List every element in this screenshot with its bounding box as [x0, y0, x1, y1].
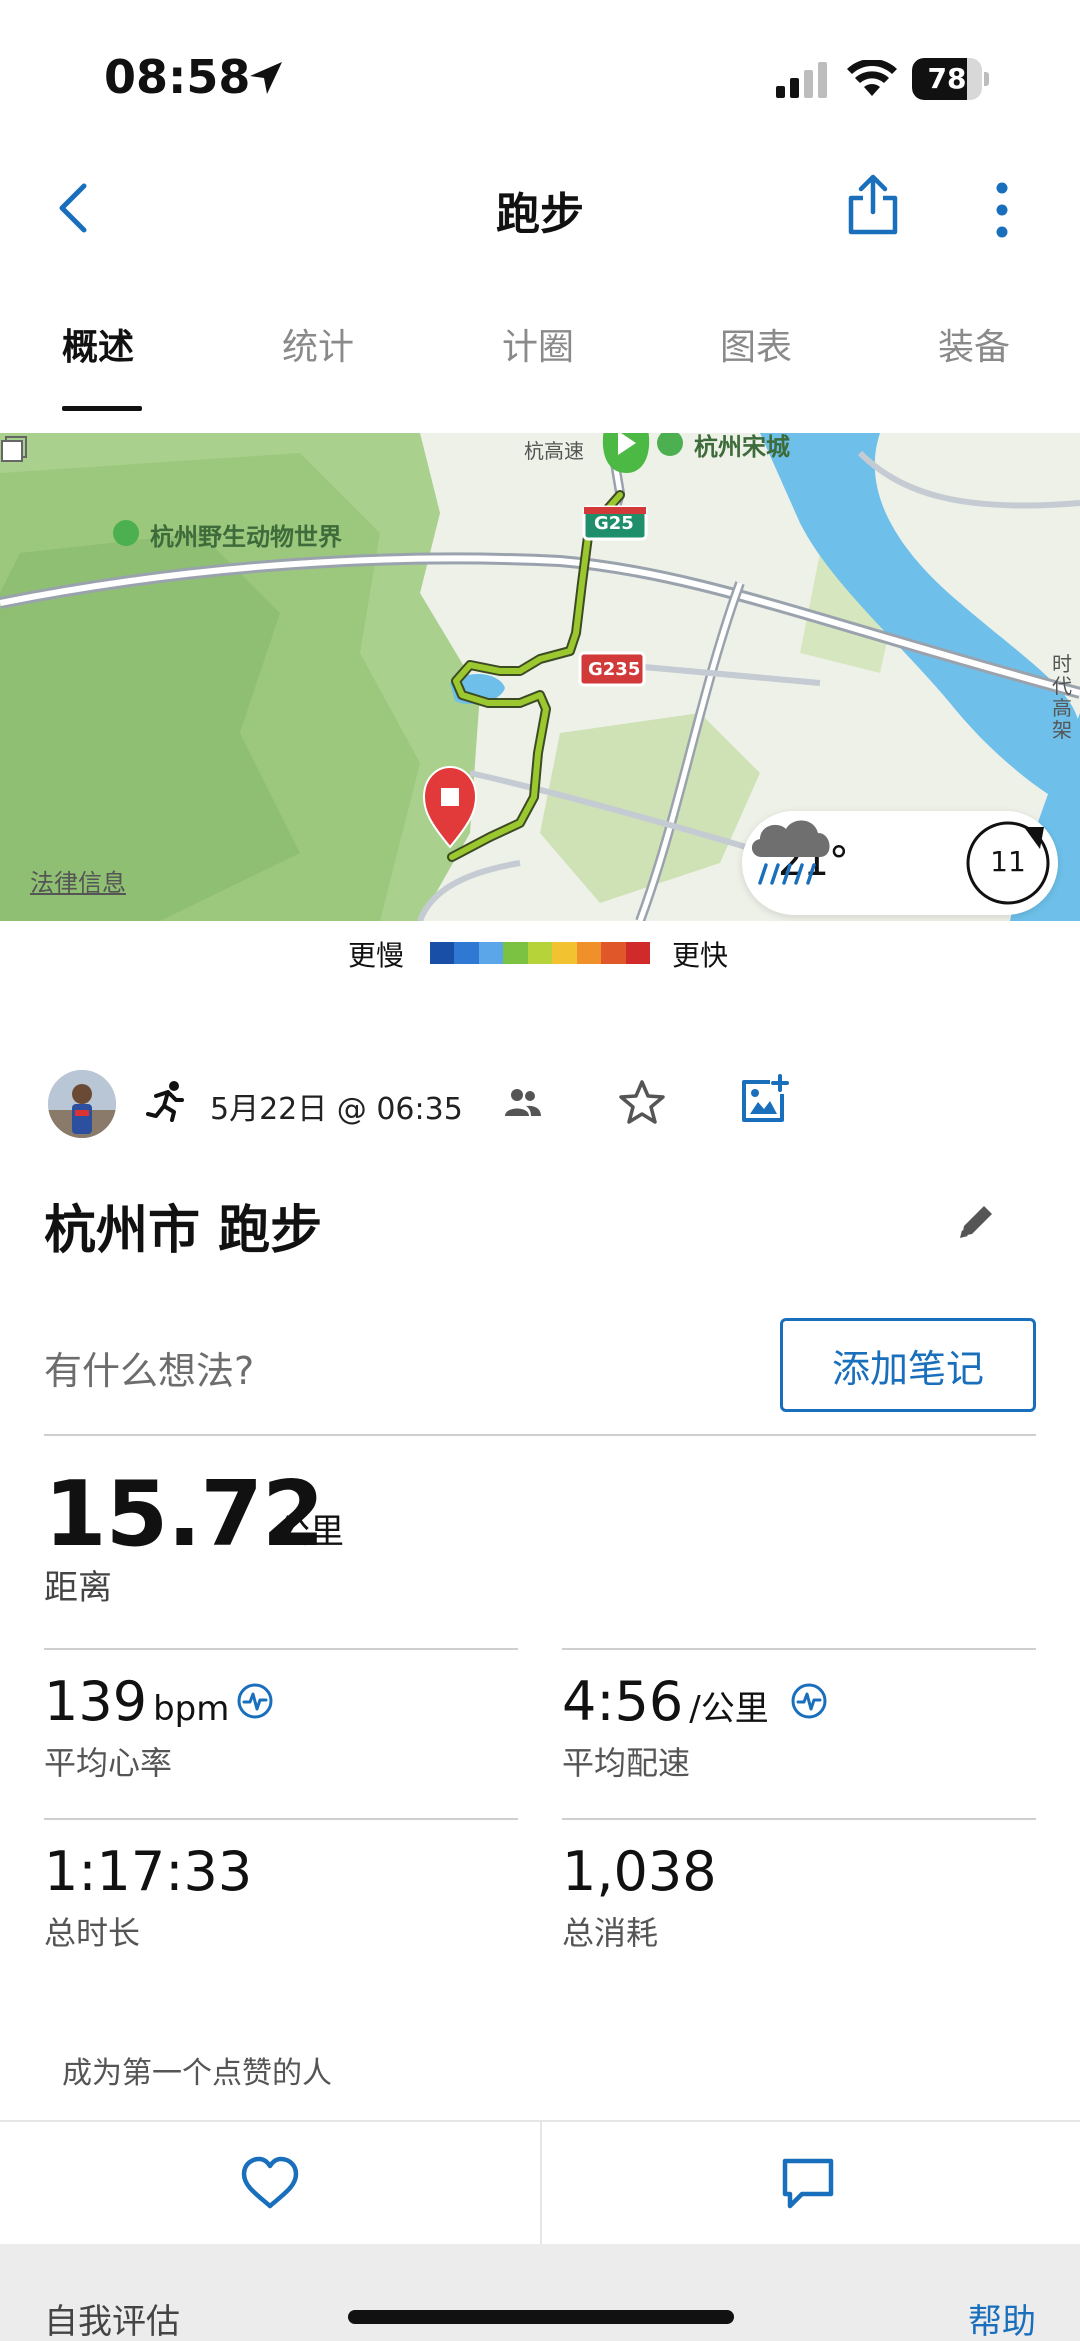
star-icon[interactable]	[618, 1078, 666, 1126]
divider	[44, 1818, 518, 1820]
calories-value: 1,038	[562, 1840, 717, 1903]
divider	[44, 1648, 518, 1650]
location-arrow-icon	[250, 62, 282, 94]
speed-legend: 更慢 更快	[0, 932, 1080, 974]
duration-value: 1:17:33	[44, 1840, 253, 1903]
pace-label: 平均配速	[562, 1744, 691, 1782]
tab-laps[interactable]: 计圈	[502, 318, 574, 370]
rain-cloud-icon	[751, 820, 830, 885]
like-prompt: 成为第一个点赞的人	[62, 2056, 332, 2091]
active-tab-indicator	[62, 406, 142, 411]
weather-badge[interactable]: 21° 11	[742, 811, 1058, 915]
route-map[interactable]: 杭州野生动物世界 杭州宋城 G25 G235 杭高速 时代高架 法律信息 21°…	[0, 433, 1080, 921]
share-icon[interactable]	[846, 174, 900, 236]
speed-color-segment	[454, 942, 479, 964]
home-indicator[interactable]	[348, 2310, 734, 2324]
map-layers-icon[interactable]	[0, 433, 30, 463]
pace-unit: /公里	[689, 1689, 769, 1729]
map-label-expressway: 杭高速	[524, 439, 584, 463]
map-legal-link[interactable]: 法律信息	[30, 863, 126, 898]
activity-datetime: 5月22日 @ 06:35	[210, 1092, 463, 1127]
tab-bar: 概述 统计 计圈 图表 装备	[0, 310, 1080, 411]
map-label-zoo: 杭州野生动物世界	[150, 523, 342, 551]
map-label-g235: G235	[588, 659, 641, 680]
speed-color-segment	[430, 942, 455, 964]
calories-label: 总消耗	[562, 1914, 659, 1952]
status-bar: 08:58 78	[0, 0, 1080, 150]
action-divider	[540, 2122, 542, 2246]
battery-percent: 78	[927, 62, 967, 95]
pace-monitor-icon	[791, 1683, 827, 1719]
more-vertical-icon[interactable]	[990, 180, 1014, 240]
activity-meta-row: 5月22日 @ 06:35	[0, 1066, 1080, 1138]
activity-title: 杭州市 跑步	[44, 1201, 323, 1261]
self-evaluation-section: 自我评估 帮助	[0, 2244, 1080, 2341]
map-label-songcheng: 杭州宋城	[694, 433, 790, 461]
speed-color-segment	[601, 942, 626, 964]
heart-rate-unit: bpm	[153, 1689, 230, 1729]
tab-charts[interactable]: 图表	[720, 318, 792, 370]
note-prompt[interactable]: 有什么想法?	[44, 1340, 254, 1395]
speed-color-segment	[478, 942, 504, 964]
speed-color-scale	[430, 942, 650, 964]
divider	[562, 1648, 1036, 1650]
running-icon	[146, 1081, 184, 1122]
heart-rate-stat[interactable]: 139 bpm	[44, 1670, 229, 1733]
speed-color-segment	[552, 942, 577, 964]
tab-overview[interactable]: 概述	[62, 318, 134, 370]
heart-icon[interactable]	[240, 2156, 300, 2212]
tab-stats[interactable]: 统计	[282, 318, 354, 370]
social-action-bar	[0, 2120, 1080, 2246]
legend-slow-label: 更慢	[348, 939, 405, 972]
duration-label: 总时长	[44, 1914, 141, 1952]
group-icon[interactable]	[504, 1086, 542, 1118]
distance-label: 距离	[44, 1568, 112, 1608]
distance-unit: 公里	[276, 1512, 344, 1552]
tab-gear[interactable]: 装备	[938, 318, 1010, 370]
page-title: 跑步	[496, 189, 584, 240]
pace-value: 4:56	[562, 1670, 684, 1733]
cellular-signal-icon	[776, 62, 827, 98]
heart-rate-value: 139	[44, 1670, 148, 1733]
heart-rate-monitor-icon	[237, 1683, 273, 1719]
edit-pencil-icon[interactable]	[954, 1200, 998, 1244]
speed-color-segment	[625, 942, 650, 964]
avatar[interactable]	[48, 1070, 116, 1138]
help-link[interactable]: 帮助	[968, 2294, 1036, 2341]
heart-rate-label: 平均心率	[44, 1744, 173, 1782]
add-photo-icon[interactable]	[740, 1074, 790, 1124]
self-eval-heading: 自我评估	[44, 2302, 180, 2341]
wifi-icon	[847, 60, 897, 96]
speed-color-segment	[503, 942, 528, 964]
chevron-left-icon[interactable]	[54, 180, 94, 236]
map-label-g25: G25	[594, 513, 634, 534]
wind-indicator: 11	[964, 819, 1052, 907]
speed-color-segment	[527, 942, 553, 964]
status-time: 08:58	[104, 50, 251, 104]
divider	[44, 1434, 1036, 1436]
map-label-road: 时代高架	[1052, 652, 1072, 742]
pace-stat[interactable]: 4:56/公里	[562, 1670, 769, 1733]
divider	[562, 1818, 1036, 1820]
legend-fast-label: 更快	[672, 939, 729, 972]
add-note-button[interactable]: 添加笔记	[780, 1318, 1036, 1412]
speed-color-segment	[576, 942, 602, 964]
battery-indicator: 78	[912, 58, 989, 100]
wind-speed: 11	[990, 845, 1026, 878]
comment-icon[interactable]	[780, 2156, 836, 2212]
